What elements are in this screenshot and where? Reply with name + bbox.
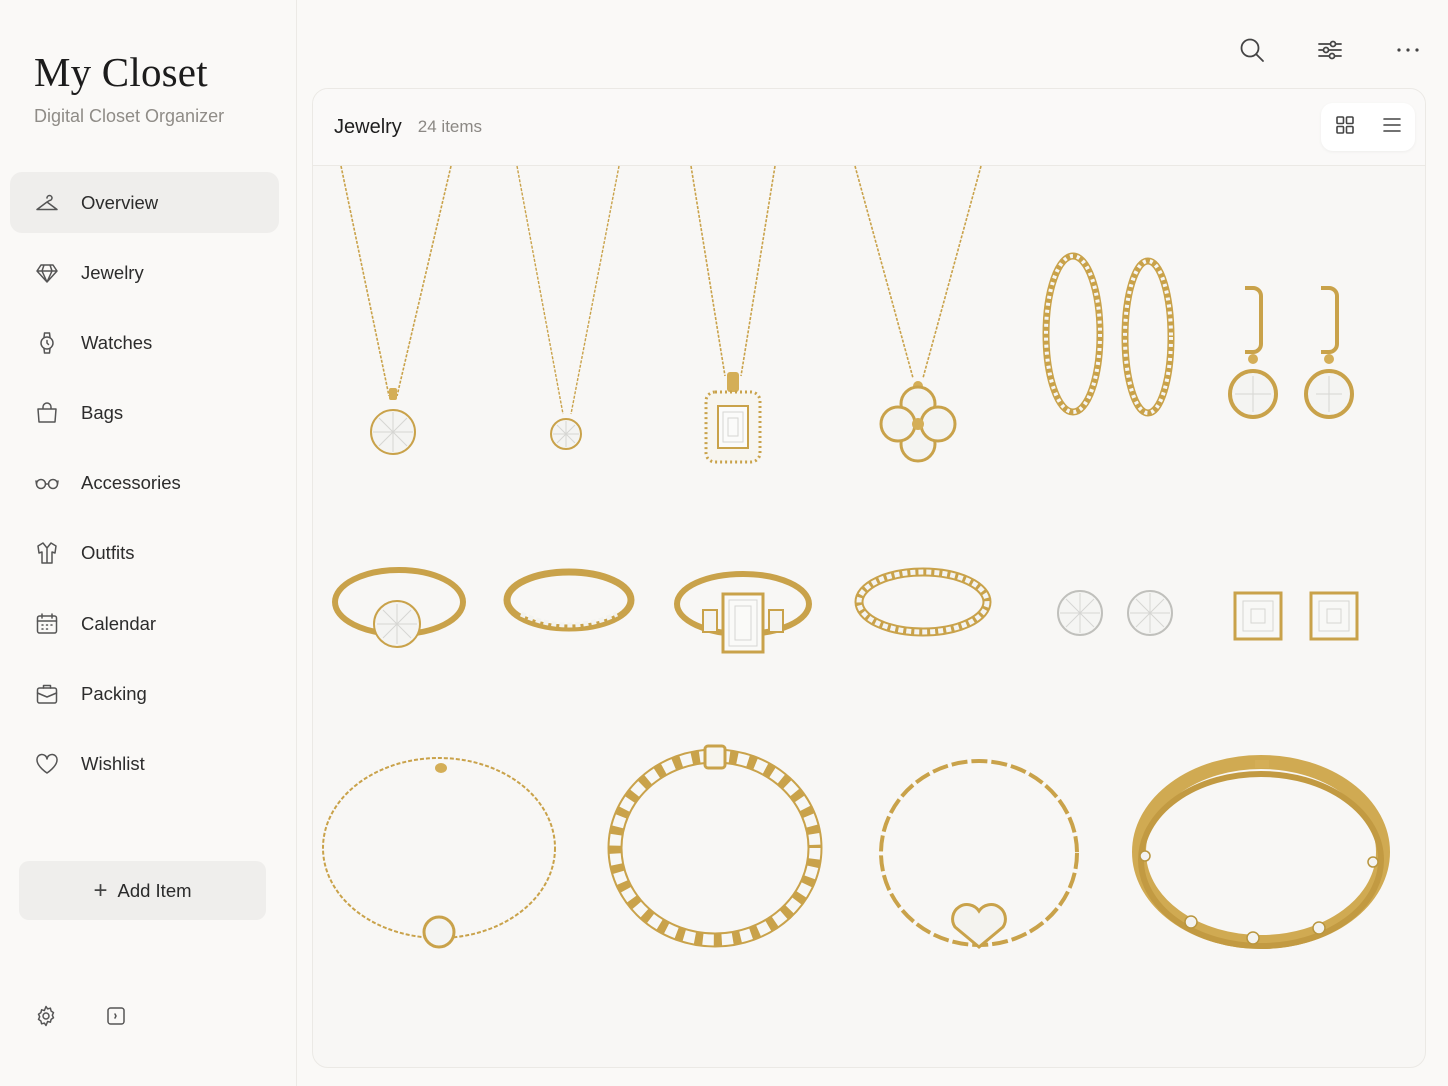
sidebar-item-accessories[interactable]: Accessories xyxy=(10,453,279,514)
round-stud-earrings[interactable] xyxy=(1055,586,1175,641)
sidebar-item-bags[interactable]: Bags xyxy=(10,383,279,444)
sidebar-nav: Overview Jewelry Watches Bags Accessorie… xyxy=(10,172,279,804)
gold-bangle-with-stones[interactable] xyxy=(1132,755,1390,956)
app-subtitle: Digital Closet Organizer xyxy=(34,106,225,126)
sidebar-item-wishlist[interactable]: Wishlist xyxy=(10,734,279,795)
sidebar-item-label: Overview xyxy=(81,191,159,213)
sidebar-item-label: Calendar xyxy=(81,612,157,634)
heart-charm-link-bracelet[interactable] xyxy=(875,751,1085,961)
sidebar-item-packing[interactable]: Packing xyxy=(10,663,279,724)
list-view-icon[interactable] xyxy=(1381,114,1403,141)
pave-hoop-earrings[interactable] xyxy=(1038,251,1188,431)
panel-title: Jewelry xyxy=(334,115,402,138)
round-solitaire-pendant-necklace[interactable] xyxy=(333,165,453,466)
sidebar-item-overview[interactable]: Overview xyxy=(10,172,279,233)
sidebar-footer xyxy=(34,1004,128,1033)
item-count: 24 items xyxy=(417,117,483,136)
round-drop-earrings[interactable] xyxy=(1223,284,1373,514)
panel-header: Jewelry 24 items xyxy=(313,89,1425,166)
half-eternity-band[interactable] xyxy=(503,566,635,638)
jewelry-panel: Jewelry 24 items xyxy=(312,88,1426,1068)
tennis-bracelet[interactable] xyxy=(605,744,827,954)
search-icon[interactable] xyxy=(1238,34,1266,66)
sidebar-item-label: Wishlist xyxy=(81,753,145,774)
emerald-cut-three-stone-ring[interactable] xyxy=(673,568,813,660)
view-toggle xyxy=(1321,103,1415,151)
sidebar-item-watches[interactable]: Watches xyxy=(10,312,279,373)
heart-icon xyxy=(34,751,60,777)
sidebar-item-label: Watches xyxy=(81,331,153,353)
full-eternity-band[interactable] xyxy=(853,566,993,642)
glasses-icon xyxy=(34,470,60,496)
add-item-button[interactable]: + Add Item xyxy=(19,861,266,920)
more-icon[interactable] xyxy=(1394,34,1422,66)
settings-icon[interactable] xyxy=(34,1004,58,1033)
plus-icon: + xyxy=(93,876,108,904)
solitaire-chain-bracelet[interactable] xyxy=(321,756,561,956)
brand: My Closet Digital Closet Organizer xyxy=(34,48,224,127)
clover-pendant-necklace[interactable] xyxy=(853,165,983,476)
emerald-halo-pendant-necklace[interactable] xyxy=(683,165,783,466)
sidebar-item-label: Outfits xyxy=(81,542,135,564)
solitaire-engagement-ring[interactable] xyxy=(331,564,471,659)
shirt-icon xyxy=(34,540,60,566)
grid-view-icon[interactable] xyxy=(1334,114,1356,141)
asscher-stud-earrings[interactable] xyxy=(1231,590,1366,644)
suitcase-icon xyxy=(34,681,60,707)
sidebar-item-label: Bags xyxy=(81,402,124,424)
watch-icon xyxy=(34,330,60,356)
app-title: My Closet xyxy=(34,49,208,95)
sidebar: My Closet Digital Closet Organizer Overv… xyxy=(0,0,297,1086)
small-solitaire-pendant-necklace[interactable] xyxy=(513,165,623,466)
filter-sliders-icon[interactable] xyxy=(1316,34,1344,66)
hanger-icon xyxy=(34,190,60,216)
app-window: My Closet Digital Closet Organizer Overv… xyxy=(0,0,1448,1086)
sidebar-item-jewelry[interactable]: Jewelry xyxy=(10,242,279,303)
sidebar-item-label: Accessories xyxy=(81,472,181,494)
sidebar-item-outfits[interactable]: Outfits xyxy=(10,523,279,584)
add-item-label: Add Item xyxy=(117,879,192,901)
collapse-sidebar-icon[interactable] xyxy=(104,1004,128,1033)
jewelry-grid xyxy=(313,165,1425,1067)
bag-icon xyxy=(34,400,60,426)
calendar-icon xyxy=(34,611,60,637)
sidebar-item-label: Jewelry xyxy=(81,261,144,283)
sidebar-item-calendar[interactable]: Calendar xyxy=(10,593,279,654)
toolbar xyxy=(1238,34,1422,66)
sidebar-item-label: Packing xyxy=(81,682,147,704)
diamond-icon xyxy=(34,260,60,286)
